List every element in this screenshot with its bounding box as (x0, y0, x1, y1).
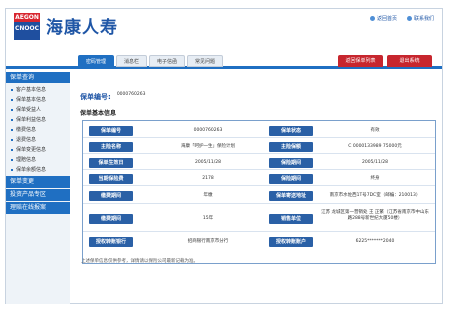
sidebar-section-policy-change[interactable]: 保单变更 (6, 176, 70, 188)
sidebar-item-policy-basic[interactable]: 保单基本信息 (6, 95, 70, 105)
sidebar-section-claim-report[interactable]: 理赔在线报案 (6, 202, 70, 214)
value-insurance-period-1: 2005/11/28 (362, 160, 388, 165)
label-mailing-address: 保单寄送地址 (269, 191, 313, 201)
tab-password[interactable]: 密码管理 (78, 55, 115, 67)
value-sum-insured: C 0000133989 75000元 (348, 144, 402, 149)
value-policy-number: 0000760263 (193, 128, 223, 133)
value-main-plan: 海康「呵护一生」保险计划 (181, 144, 235, 149)
brand-title: 海康人寿 (46, 18, 118, 38)
top-links: 返回首页 联系我们 (369, 15, 434, 22)
page-container: AEGON CNOOC 海康人寿 返回首页 联系我们 密码管理 消息栏 电子信函… (5, 8, 443, 304)
sidebar-item-claims[interactable]: 理赔信息 (6, 155, 70, 165)
tab-messages[interactable]: 消息栏 (116, 55, 148, 67)
value-transfer-account: 6225*******2040 (355, 239, 395, 244)
policy-number-value: 0000760263 (116, 92, 146, 97)
footnote: 上述保单信息仅供参考，详情请以保险公司最新记载为准。 (81, 259, 198, 264)
label-current-premium: 当期保险费 (89, 174, 133, 184)
sidebar: 保单查询 客户基本信息 保单基本信息 保单受益人 保单利益信息 缴费信息 退费信… (6, 72, 70, 304)
value-mailing-address: 南京市水佐西1T号7DC室（邮编：210013） (329, 193, 421, 198)
sidebar-section-investment[interactable]: 投资产品专区 (6, 189, 70, 201)
value-effective-date: 2005/11/28 (195, 160, 221, 165)
table-row: 保单编号 0000760263 保单状态 有效 (83, 124, 435, 138)
sidebar-item-change[interactable]: 保单变更信息 (6, 145, 70, 155)
value-transfer-bank: 招商银行南京市分行 (187, 239, 229, 244)
label-payment-period-2: 缴费期间 (89, 214, 133, 224)
table-row: 缴费期间 年缴 保单寄送地址 南京市水佐西1T号7DC室（邮编：210013） (83, 188, 435, 204)
sidebar-item-balance[interactable]: 保单余额信息 (6, 165, 70, 175)
label-insurance-period-2: 保险期间 (269, 174, 313, 184)
table-row: 当期保险费 2178 保险期间 终身 (83, 172, 435, 186)
logo-bottom-text: CNOOC (14, 25, 40, 32)
sidebar-section-policy-query[interactable]: 保单查询 (6, 72, 70, 83)
label-transfer-account: 授权转账账户 (269, 237, 313, 247)
table-row: 主险名称 海康「呵护一生」保险计划 主险保额 C 0000133989 7500… (83, 140, 435, 154)
table-row: 缴费期间 15年 销售单位 江苏 龙城区第一营销处 王 正繁（江苏省南京市中山东… (83, 206, 435, 232)
home-link-label: 返回首页 (376, 16, 397, 22)
label-main-plan: 主险名称 (89, 142, 133, 152)
sidebar-item-benefit[interactable]: 保单利益信息 (6, 115, 70, 125)
back-to-list-button[interactable]: 返回保单列表 (338, 55, 383, 67)
label-insurance-period-1: 保险期间 (269, 158, 313, 168)
nav-tabs: 密码管理 消息栏 电子信函 常见问题 (78, 55, 224, 67)
value-sales-unit: 江苏 龙城区第一营销处 王 正繁（江苏省南京市中山东路288号新世纪大厦50楼） (321, 210, 429, 221)
label-policy-number: 保单编号 (89, 126, 133, 136)
label-effective-date: 保单生效日 (89, 158, 133, 168)
logout-button[interactable]: 退出系统 (387, 55, 432, 67)
sidebar-item-refund[interactable]: 退费信息 (6, 135, 70, 145)
label-sum-insured: 主险保额 (269, 142, 313, 152)
sidebar-item-payment[interactable]: 缴费信息 (6, 125, 70, 135)
section-title: 保单基本信息 (80, 110, 117, 117)
value-payment-period-1: 年缴 (203, 193, 213, 198)
home-link[interactable]: 返回首页 (369, 15, 397, 22)
value-policy-status: 有效 (370, 128, 380, 133)
policy-number-label: 保单编号: (80, 93, 111, 101)
value-current-premium: 2178 (202, 176, 214, 181)
nav-actions: 返回保单列表 退出系统 (338, 55, 432, 67)
table-row: 保单生效日 2005/11/28 保险期间 2005/11/28 (83, 156, 435, 170)
contact-icon (406, 16, 412, 21)
sidebar-item-customer-info[interactable]: 客户基本信息 (6, 85, 70, 95)
home-icon (369, 16, 375, 21)
tab-faq[interactable]: 常见问题 (187, 55, 224, 67)
value-insurance-period-2: 终身 (370, 176, 380, 181)
contact-link-label: 联系我们 (413, 16, 434, 22)
aegon-cnooc-logo: AEGON CNOOC (14, 13, 40, 40)
sidebar-item-beneficiary[interactable]: 保单受益人 (6, 105, 70, 115)
table-row: 授权转账银行 招商银行南京市分行 授权转账账户 6225*******2040 (83, 234, 435, 250)
policy-info-table: 保单编号 0000760263 保单状态 有效 主险名称 海康「呵护一生」保险计… (82, 120, 436, 264)
main-nav: 密码管理 消息栏 电子信函 常见问题 返回保单列表 退出系统 (6, 54, 442, 69)
value-payment-period-2: 15年 (202, 216, 214, 221)
label-policy-status: 保单状态 (269, 126, 313, 136)
label-sales-unit: 销售单位 (269, 214, 313, 224)
logo-top-text: AEGON (14, 13, 40, 22)
tab-eletters[interactable]: 电子信函 (149, 55, 186, 67)
label-payment-period-1: 缴费期间 (89, 191, 133, 201)
contact-link[interactable]: 联系我们 (406, 15, 434, 22)
label-transfer-bank: 授权转账银行 (89, 237, 133, 247)
policy-number: 保单编号: 0000760263 (80, 92, 145, 102)
